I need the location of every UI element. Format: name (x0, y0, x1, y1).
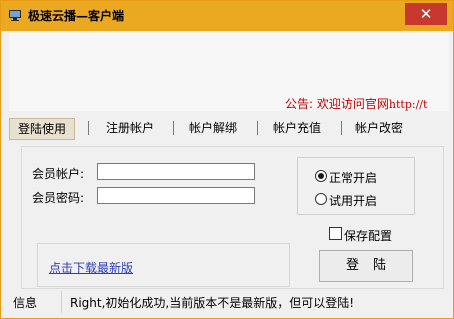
tab-separator (341, 121, 342, 135)
close-icon: ✕ (419, 5, 433, 23)
tab-bar: 登陆使用 注册帐户 帐户解绑 帐户充值 帐户改密 (1, 117, 453, 140)
notice-message: 欢迎访问官网 (316, 97, 389, 111)
app-window: 极速云播—客户端 ✕ 公告: 欢迎访问官网http://t 登陆使用 注册帐户 … (0, 0, 454, 319)
password-label: 会员密码: (32, 191, 85, 205)
radio-normal[interactable] (315, 170, 327, 182)
account-input[interactable] (97, 163, 255, 180)
monitor-icon (8, 8, 22, 22)
status-bar: 信息 Right,初始化成功,当前版本不是最新版，但可以登陆! (1, 291, 453, 318)
password-input[interactable] (97, 187, 255, 204)
notice-url: http://t (388, 98, 428, 111)
tab-login[interactable]: 登陆使用 (9, 118, 75, 140)
tab-unbind[interactable]: 帐户解绑 (181, 118, 245, 138)
close-button[interactable]: ✕ (405, 3, 447, 25)
notice-bar: 公告: 欢迎访问官网http://t (1, 95, 445, 111)
login-button[interactable]: 登陆 (319, 250, 413, 282)
radio-trial-label: 试用开启 (329, 194, 378, 208)
tab-recharge[interactable]: 帐户充值 (265, 118, 329, 138)
title-bar: 极速云播—客户端 ✕ (1, 1, 453, 31)
save-config-checkbox[interactable] (329, 227, 342, 240)
notice-text: 公告: 欢迎访问官网http://t (285, 95, 427, 111)
tab-separator (257, 121, 258, 135)
tab-separator (173, 121, 174, 135)
download-link[interactable]: 点击下载最新版 (49, 259, 133, 276)
save-config-label: 保存配置 (344, 229, 393, 243)
tab-change-password[interactable]: 帐户改密 (347, 118, 411, 138)
radio-normal-label: 正常开启 (329, 171, 378, 185)
status-message: Right,初始化成功,当前版本不是最新版，但可以登陆! (70, 296, 355, 310)
tab-register[interactable]: 注册帐户 (99, 118, 161, 138)
notice-prefix: 公告: (285, 97, 314, 111)
account-label: 会员帐户: (32, 167, 85, 181)
radio-trial[interactable] (315, 193, 327, 205)
status-separator (61, 291, 62, 313)
tab-separator (88, 121, 89, 135)
window-title: 极速云播—客户端 (28, 9, 125, 23)
status-label: 信息 (13, 296, 38, 310)
